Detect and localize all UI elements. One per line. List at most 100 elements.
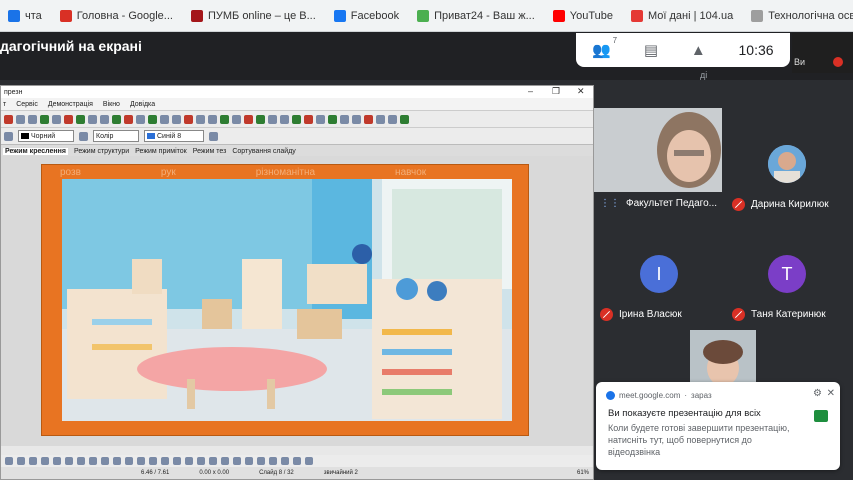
toolbar-button-icon[interactable] (88, 114, 97, 124)
menu-item-3[interactable]: Вікно (103, 101, 120, 108)
slide[interactable]: розв рук різноманітна навчок (41, 164, 529, 436)
toolbar-button-icon[interactable] (64, 114, 73, 124)
bookmark-6[interactable]: Мої дані | 104.ua (625, 9, 739, 22)
toolbar-button-icon[interactable] (100, 114, 109, 124)
draw-tool-icon[interactable] (113, 457, 121, 465)
toolbar-button-icon[interactable] (40, 114, 49, 124)
menu-item-1[interactable]: Сервіс (16, 101, 38, 108)
toolbar-button-icon[interactable] (400, 114, 409, 124)
activities-icon[interactable]: ▲ (691, 42, 706, 59)
draw-tool-icon[interactable] (185, 457, 193, 465)
toolbar-button-icon[interactable] (352, 114, 361, 124)
draw-tool-icon[interactable] (233, 457, 241, 465)
toolbar-button-icon[interactable] (4, 114, 13, 124)
draw-tool-icon[interactable] (65, 457, 73, 465)
draw-tool-icon[interactable] (293, 457, 301, 465)
draw-tool-icon[interactable] (41, 457, 49, 465)
draw-tool-icon[interactable] (125, 457, 133, 465)
toolbar-button-icon[interactable] (208, 114, 217, 124)
bookmark-4[interactable]: Приват24 - Ваш ж... (411, 9, 541, 22)
close-icon[interactable]: ✕ (827, 388, 835, 399)
toolbar-button-icon[interactable] (184, 114, 193, 124)
fill-icon[interactable] (79, 131, 88, 141)
view-tab-0[interactable]: Режим креслення (3, 147, 68, 155)
fill-color-select[interactable]: Синій 8 (144, 130, 204, 142)
toolbar-button-icon[interactable] (160, 114, 169, 124)
toolbar-button-icon[interactable] (124, 114, 133, 124)
draw-tool-icon[interactable] (197, 457, 205, 465)
draw-tool-icon[interactable] (269, 457, 277, 465)
restore-icon[interactable]: ❐ (552, 86, 560, 97)
draw-tool-icon[interactable] (77, 457, 85, 465)
bookmark-favicon-icon (190, 9, 203, 22)
line-color-select[interactable]: Чорний (18, 130, 74, 142)
toolbar-button-icon[interactable] (376, 114, 385, 124)
presenting-title: дагогічний на екрані (0, 38, 142, 54)
bookmark-0[interactable]: чта (2, 9, 48, 22)
participant-video-small[interactable] (690, 330, 756, 386)
menu-item-2[interactable]: Демонстрація (48, 101, 93, 108)
toolbar-button-icon[interactable] (256, 114, 265, 124)
toolbar-button-icon[interactable] (220, 114, 229, 124)
chrome-icon (606, 391, 615, 400)
minimize-icon[interactable]: – (528, 86, 533, 96)
toolbar-button-icon[interactable] (340, 114, 349, 124)
toolbar-button-icon[interactable] (292, 114, 301, 124)
bookmark-3[interactable]: Facebook (328, 9, 405, 22)
toolbar-button-icon[interactable] (112, 114, 121, 124)
toolbar-button-icon[interactable] (148, 114, 157, 124)
menu-item-0[interactable]: т (3, 101, 6, 108)
view-tab-3[interactable]: Режим тез (193, 148, 227, 155)
view-tab-2[interactable]: Режим приміток (135, 148, 187, 155)
draw-tool-icon[interactable] (89, 457, 97, 465)
draw-tool-icon[interactable] (221, 457, 229, 465)
bookmark-1[interactable]: Головна - Google... (54, 9, 179, 22)
toolbar-button-icon[interactable] (16, 114, 25, 124)
toolbar-button-icon[interactable] (328, 114, 337, 124)
toolbar-button-icon[interactable] (244, 114, 253, 124)
draw-tool-icon[interactable] (5, 457, 13, 465)
toolbar-button-icon[interactable] (172, 114, 181, 124)
settings-icon[interactable]: ⚙ (813, 388, 822, 399)
toolbar-button-icon[interactable] (76, 114, 85, 124)
people-icon[interactable]: 👥 7 (592, 36, 617, 59)
toolbar-button-icon[interactable] (364, 114, 373, 124)
draw-tool-icon[interactable] (17, 457, 25, 465)
chat-icon[interactable]: ▤ (644, 41, 658, 59)
draw-tool-icon[interactable] (149, 457, 157, 465)
draw-tool-icon[interactable] (161, 457, 169, 465)
draw-tool-icon[interactable] (53, 457, 61, 465)
bookmark-5[interactable]: YouTube (547, 9, 619, 22)
bookmark-2[interactable]: ПУМБ online – це В... (185, 9, 322, 22)
draw-tool-icon[interactable] (137, 457, 145, 465)
toolbar-button-icon[interactable] (268, 114, 277, 124)
toolbar-button-icon[interactable] (280, 114, 289, 124)
bookmark-7[interactable]: Технологічна освіт... (745, 9, 853, 22)
toolbar-button-icon[interactable] (304, 114, 313, 124)
toolbar-button-icon[interactable] (388, 114, 397, 124)
toolbar-button-icon[interactable] (316, 114, 325, 124)
toolbar-button-icon[interactable] (232, 114, 241, 124)
self-video-tile[interactable]: Ви (792, 33, 853, 73)
draw-tool-icon[interactable] (209, 457, 217, 465)
draw-tool-icon[interactable] (29, 457, 37, 465)
toolbar-button-icon[interactable] (28, 114, 37, 124)
view-tab-1[interactable]: Режим структури (74, 148, 129, 155)
arrow-icon[interactable] (4, 131, 13, 141)
fill-type-select[interactable]: Колір (93, 130, 139, 142)
close-icon[interactable]: ✕ (577, 86, 585, 97)
draw-tool-icon[interactable] (245, 457, 253, 465)
toolbar-button-icon[interactable] (136, 114, 145, 124)
menu-item-4[interactable]: Довідка (130, 101, 155, 108)
shadow-icon[interactable] (209, 131, 218, 141)
toolbar-button-icon[interactable] (196, 114, 205, 124)
draw-tool-icon[interactable] (257, 457, 265, 465)
presentation-notification[interactable]: meet.google.com · зараз ⚙ ✕ Ви показуєте… (596, 382, 840, 470)
draw-tool-icon[interactable] (173, 457, 181, 465)
participant-video[interactable] (594, 108, 722, 192)
view-tab-4[interactable]: Сортування слайду (232, 148, 295, 155)
toolbar-button-icon[interactable] (52, 114, 61, 124)
draw-tool-icon[interactable] (305, 457, 313, 465)
draw-tool-icon[interactable] (101, 457, 109, 465)
draw-tool-icon[interactable] (281, 457, 289, 465)
